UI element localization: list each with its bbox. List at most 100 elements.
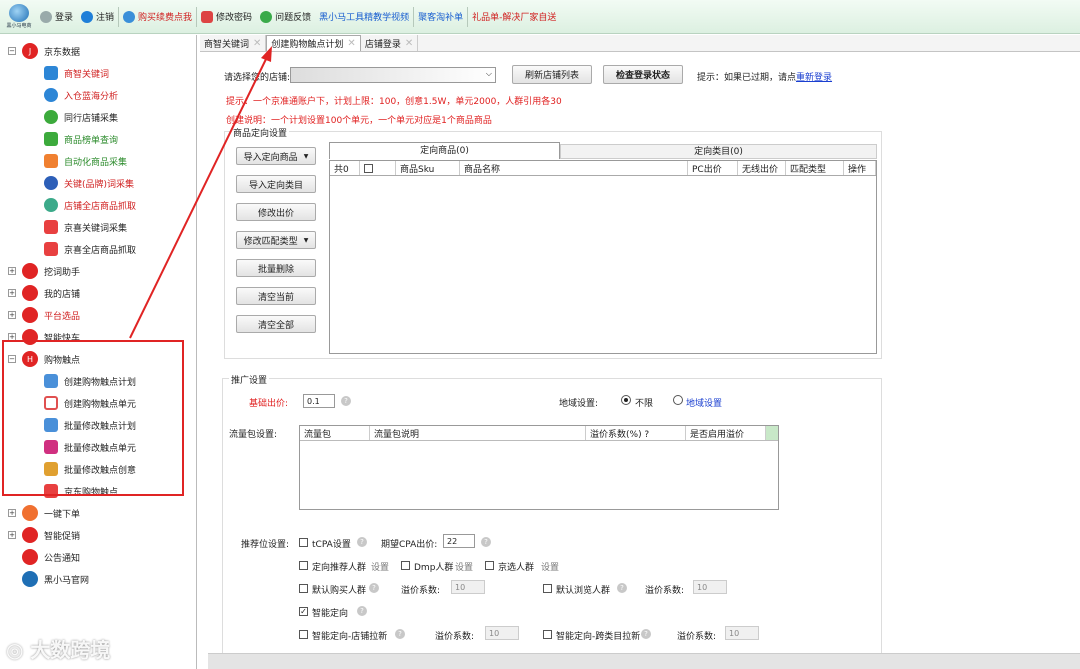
target-rec-label: 定向推荐人群 <box>312 563 367 573</box>
base-bid-input[interactable]: 0.1 <box>303 394 335 408</box>
expect-cpa-input[interactable]: 22 <box>443 534 475 548</box>
refresh-shop-button[interactable]: 刷新店铺列表 <box>512 65 592 84</box>
tab-shop-login[interactable]: 店铺登录 ✕ <box>361 35 419 51</box>
premium-input[interactable]: 10 <box>725 626 759 640</box>
premium-label: 溢价系数: <box>645 586 685 596</box>
hand-icon <box>22 505 38 521</box>
clear-current-button[interactable]: 清空当前 <box>236 287 316 305</box>
default-buy-checkbox[interactable] <box>299 584 308 593</box>
sidebar-item-jingxi-shop[interactable]: 京喜全店商品抓取 <box>44 239 136 259</box>
chat-icon <box>260 10 273 23</box>
close-icon[interactable]: ✕ <box>253 38 261 49</box>
help-icon[interactable]: ? <box>617 583 627 593</box>
hint-create: 创建说明：一个计划设置100个单元，一个单元对应是1个商品商品 <box>226 116 492 126</box>
sidebar-item-notice[interactable]: 公告通知 <box>8 547 80 567</box>
user-icon <box>40 10 52 23</box>
sidebar-group-jd-data[interactable]: − J 京东数据 <box>8 41 80 61</box>
expand-icon[interactable]: + <box>8 531 16 539</box>
premium-label: 溢价系数: <box>677 632 717 642</box>
sidebar-item-keyword-brand[interactable]: 关键(品牌)词采集 <box>44 173 134 193</box>
sidebar-item-bluesea[interactable]: 入仓蓝海分析 <box>44 85 118 105</box>
set-link[interactable]: 设置 <box>371 560 389 573</box>
clear-all-button[interactable]: 清空全部 <box>236 315 316 333</box>
close-icon[interactable]: ✕ <box>405 38 413 49</box>
dmp-checkbox[interactable] <box>401 561 410 570</box>
smart-shop-checkbox[interactable] <box>299 630 308 639</box>
help-icon[interactable]: ? <box>641 629 651 639</box>
shovel-icon <box>22 263 38 279</box>
sidebar-item-shangzhi[interactable]: 商智关键词 <box>44 63 109 83</box>
default-browse-checkbox[interactable] <box>543 584 552 593</box>
sidebar-item-official[interactable]: 黑小马官网 <box>8 569 89 589</box>
edit-match-button[interactable]: 修改匹配类型 ▼ <box>236 231 316 249</box>
collapse-icon[interactable]: − <box>8 47 16 55</box>
gift-link[interactable]: 礼品单-解决厂家自送 <box>468 6 560 28</box>
smart-cross-checkbox[interactable] <box>543 630 552 639</box>
set-link[interactable]: 设置 <box>455 560 473 573</box>
expand-icon[interactable]: + <box>8 267 16 275</box>
default-browse-label: 默认浏览人群 <box>556 586 611 596</box>
jingxi-icon <box>44 220 58 234</box>
premium-input[interactable]: 10 <box>693 580 727 594</box>
sidebar-item-peer-shop[interactable]: 同行店铺采集 <box>44 107 118 127</box>
region-setting-link[interactable]: 地域设置 <box>686 396 722 409</box>
col-check <box>360 161 396 175</box>
sidebar-item-auto-collect[interactable]: 自动化商品采集 <box>44 151 127 171</box>
sidebar-item-shop-all[interactable]: 店铺全店商品抓取 <box>44 195 136 215</box>
batch-delete-button[interactable]: 批量删除 <box>236 259 316 277</box>
expand-icon[interactable]: + <box>8 509 16 517</box>
subtab-category[interactable]: 定向类目(0) <box>560 144 877 159</box>
check-login-button[interactable]: 检查登录状态 <box>603 65 683 84</box>
jd-select-checkbox[interactable] <box>485 561 494 570</box>
target-rec-checkbox[interactable] <box>299 561 308 570</box>
juhaitao-link[interactable]: 聚客淘补单 <box>414 6 467 28</box>
set-link[interactable]: 设置 <box>541 560 559 573</box>
sidebar-item-jingxi-keyword[interactable]: 京喜关键词采集 <box>44 217 127 237</box>
radio-region[interactable] <box>673 395 683 405</box>
tab-create-plan[interactable]: 创建购物触点计划 ✕ <box>266 35 361 51</box>
logout-button[interactable]: 注销 <box>77 6 118 28</box>
import-category-button[interactable]: 导入定向类目 <box>236 175 316 193</box>
premium-label: 溢价系数: <box>401 586 441 596</box>
sidebar-group-dig[interactable]: + 挖词助手 <box>8 261 80 281</box>
close-icon[interactable]: ✕ <box>347 38 355 49</box>
sidebar-group-one-order[interactable]: + 一键下单 <box>8 503 80 523</box>
shop-select[interactable]: ⌵ <box>290 67 496 83</box>
tab-shangzhi[interactable]: 商智关键词 ✕ <box>200 35 267 51</box>
radio-unlimited[interactable] <box>621 395 631 405</box>
subtab-goods[interactable]: 定向商品(0) <box>329 142 560 159</box>
video-link[interactable]: 黑小马工具精教学视频 <box>315 6 413 28</box>
scroll-stub[interactable] <box>766 426 778 440</box>
highlight-box <box>2 340 184 496</box>
help-icon[interactable]: ? <box>357 537 367 547</box>
sidebar-group-my-shop[interactable]: + 我的店铺 <box>8 283 80 303</box>
change-password-button[interactable]: 修改密码 <box>197 6 256 28</box>
help-icon[interactable]: ? <box>481 537 491 547</box>
premium-input[interactable]: 10 <box>485 626 519 640</box>
tcpa-checkbox[interactable] <box>299 538 308 547</box>
shirt-icon <box>44 132 58 146</box>
eye-icon <box>44 110 58 124</box>
goods-grid: 共0 商品Sku 商品名称 PC出价 无线出价 匹配类型 操作 <box>329 160 877 354</box>
premium-input[interactable]: 10 <box>451 580 485 594</box>
help-icon[interactable]: ? <box>357 606 367 616</box>
smart-target-checkbox[interactable]: ✓ <box>299 607 308 616</box>
help-icon[interactable]: ? <box>341 396 351 406</box>
login-button[interactable]: 登录 <box>36 6 77 28</box>
dropdown-icon: ▼ <box>303 236 309 244</box>
sidebar-item-ranking[interactable]: 商品榜单查询 <box>44 129 118 149</box>
edit-bid-button[interactable]: 修改出价 <box>236 203 316 221</box>
sidebar-group-platform[interactable]: + 平台选品 <box>8 305 80 325</box>
expand-icon[interactable]: + <box>8 311 16 319</box>
buy-button[interactable]: 购买续费点我 <box>119 6 196 28</box>
chevron-down-icon: ⌵ <box>485 69 492 78</box>
col-action: 操作 <box>844 161 876 175</box>
select-all-checkbox[interactable] <box>364 163 373 173</box>
feedback-button[interactable]: 问题反馈 <box>256 6 315 28</box>
help-icon[interactable]: ? <box>369 583 379 593</box>
import-goods-button[interactable]: 导入定向商品 ▼ <box>236 147 316 165</box>
help-icon[interactable]: ? <box>395 629 405 639</box>
relogin-link[interactable]: 重新登录 <box>796 73 832 83</box>
expand-icon[interactable]: + <box>8 289 16 297</box>
sidebar-group-promo[interactable]: + 智能促销 <box>8 525 80 545</box>
